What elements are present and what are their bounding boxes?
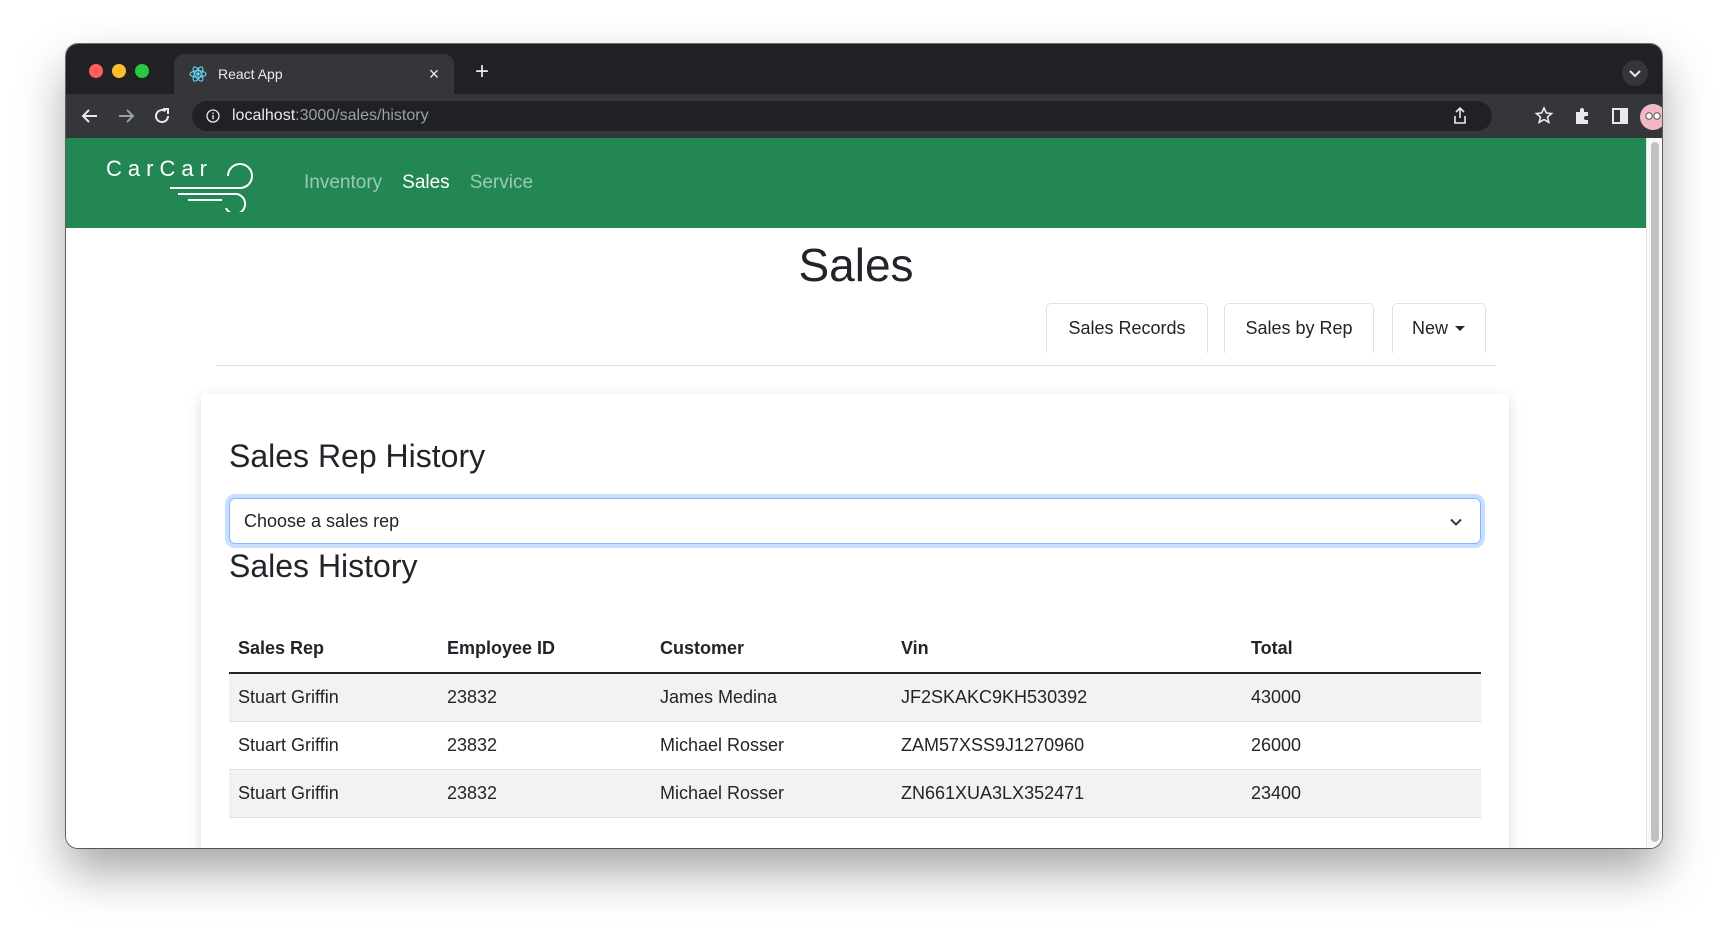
- rep-history-heading: Sales Rep History: [229, 438, 486, 474]
- cell-customer: Michael Rosser: [651, 769, 892, 818]
- sales-by-rep-tab[interactable]: Sales by Rep: [1224, 303, 1374, 353]
- extensions-icon[interactable]: [1570, 104, 1594, 128]
- sales-history-heading: Sales History: [229, 548, 418, 584]
- browser-toolbar: localhost:3000/sales/history: [66, 94, 1662, 138]
- nav-link-sales[interactable]: Sales: [402, 172, 450, 194]
- nav-link-inventory[interactable]: Inventory: [304, 172, 382, 194]
- column-header: Employee ID: [438, 624, 651, 674]
- forward-icon[interactable]: [114, 104, 138, 128]
- url-text: localhost:3000/sales/history: [232, 107, 429, 125]
- cell-total: 43000: [1242, 673, 1481, 722]
- column-header: Sales Rep: [229, 624, 438, 674]
- share-icon[interactable]: [1448, 104, 1472, 128]
- new-dropdown-button[interactable]: New: [1392, 303, 1486, 353]
- reload-icon[interactable]: [150, 104, 174, 128]
- cell-vin: ZN661XUA3LX352471: [892, 769, 1242, 818]
- star-icon[interactable]: [1532, 104, 1556, 128]
- tab-search-icon[interactable]: [1622, 60, 1648, 86]
- caret-down-icon: [1455, 325, 1465, 331]
- cell-vin: JF2SKAKC9KH530392: [892, 673, 1242, 722]
- brand-text: CarCar: [106, 156, 213, 181]
- cell-sales-rep: Stuart Griffin: [229, 721, 438, 770]
- cell-customer: Michael Rosser: [651, 721, 892, 770]
- sales-rep-select[interactable]: Choose a sales rep: [229, 498, 1481, 544]
- table-header-row: Sales Rep Employee ID Customer Vin Total: [229, 624, 1481, 674]
- url-host: localhost: [232, 107, 296, 124]
- page-scrollbar[interactable]: [1646, 138, 1662, 848]
- cell-customer: James Medina: [651, 673, 892, 722]
- cell-total: 26000: [1242, 721, 1481, 770]
- react-favicon-icon: [189, 66, 207, 82]
- zoom-window-button[interactable]: [135, 64, 149, 78]
- url-path: :3000/sales/history: [295, 107, 429, 124]
- browser-window: React App × + localhost:3000/sales/histo…: [66, 44, 1662, 848]
- tab-title: React App: [218, 66, 283, 82]
- minimize-window-button[interactable]: [112, 64, 126, 78]
- chevron-down-icon: [1450, 518, 1462, 526]
- cell-sales-rep: Stuart Griffin: [229, 769, 438, 818]
- new-dropdown-label: New: [1411, 318, 1448, 338]
- sales-rep-select-value: Choose a sales rep: [244, 510, 400, 531]
- tab-close-icon[interactable]: ×: [424, 64, 444, 84]
- page-title: Sales: [798, 239, 914, 291]
- cell-vin: ZAM57XSS9J1270960: [892, 721, 1242, 770]
- cell-employee-id: 23832: [438, 673, 651, 722]
- info-icon[interactable]: [206, 109, 220, 123]
- new-tab-button[interactable]: +: [468, 58, 496, 86]
- sales-history-card: Sales Rep History Choose a sales rep Sal…: [201, 394, 1509, 848]
- sales-records-tab[interactable]: Sales Records: [1046, 303, 1208, 353]
- sidepanel-icon[interactable]: [1608, 104, 1632, 128]
- cell-sales-rep: Stuart Griffin: [229, 673, 438, 722]
- navbar: CarCar Inventory Sales Service: [66, 138, 1646, 228]
- back-icon[interactable]: [78, 104, 102, 128]
- cell-total: 23400: [1242, 769, 1481, 818]
- table-row: Stuart Griffin 23832 Michael Rosser ZAM5…: [229, 721, 1481, 770]
- column-header: Customer: [651, 624, 892, 674]
- page-viewport: CarCar Inventory Sales Service Sales Sal…: [66, 138, 1646, 848]
- sales-history-table: Sales Rep Employee ID Customer Vin Total…: [229, 624, 1481, 818]
- table-row: Stuart Griffin 23832 Michael Rosser ZN66…: [229, 769, 1481, 818]
- carcar-logo[interactable]: CarCar: [106, 154, 266, 212]
- browser-tab[interactable]: React App ×: [174, 54, 454, 94]
- close-window-button[interactable]: [89, 64, 103, 78]
- tab-strip: React App × +: [66, 44, 1662, 94]
- nav-links: Inventory Sales Service: [304, 172, 533, 194]
- cell-employee-id: 23832: [438, 769, 651, 818]
- column-header: Total: [1242, 624, 1481, 674]
- column-header: Vin: [892, 624, 1242, 674]
- sales-subnav: Sales Records Sales by Rep New: [216, 303, 1496, 366]
- profile-avatar[interactable]: [1640, 104, 1662, 130]
- table-row: Stuart Griffin 23832 James Medina JF2SKA…: [229, 673, 1481, 722]
- nav-link-service[interactable]: Service: [470, 172, 533, 194]
- cell-employee-id: 23832: [438, 721, 651, 770]
- address-bar[interactable]: localhost:3000/sales/history: [192, 101, 1492, 131]
- scrollbar-thumb[interactable]: [1651, 142, 1659, 842]
